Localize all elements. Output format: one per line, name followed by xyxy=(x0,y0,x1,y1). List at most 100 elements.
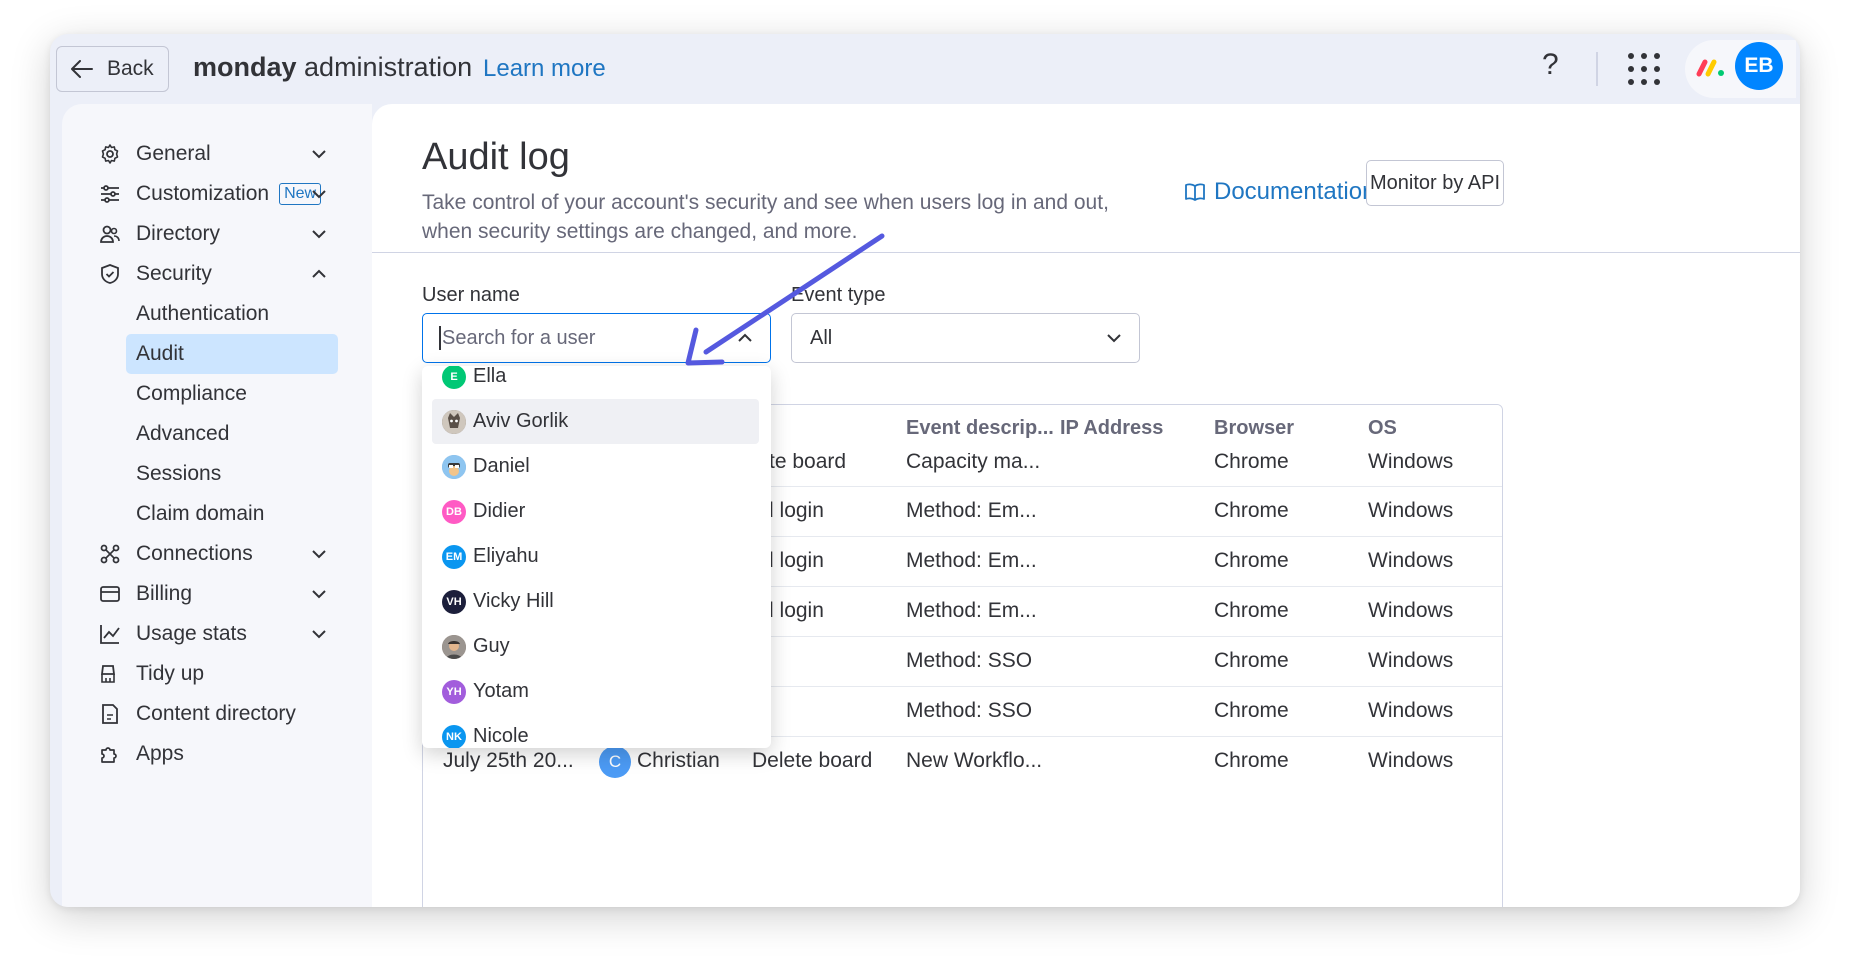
broom-icon xyxy=(100,665,116,683)
dropdown-option-guy[interactable]: Guy xyxy=(432,624,759,669)
browser-cell: Chrome xyxy=(1214,450,1289,473)
browser-cell: Chrome xyxy=(1214,699,1289,722)
sidebar-item-usage-stats[interactable]: Usage stats xyxy=(98,614,328,654)
app-title: monday administration xyxy=(193,52,473,82)
chevron-up-icon[interactable] xyxy=(736,329,754,347)
avatar: C xyxy=(599,746,631,778)
main-content: Audit log Take control of your account's… xyxy=(372,104,1800,907)
top-bar: Back monday administration Learn more ? … xyxy=(50,34,1800,104)
document-icon xyxy=(102,704,118,724)
card-icon xyxy=(100,586,120,602)
sidebar-item-customization[interactable]: Customization New xyxy=(98,174,328,214)
os-cell: Windows xyxy=(1368,749,1454,772)
shield-icon xyxy=(101,264,119,284)
dropdown-option-yotam[interactable]: YH Yotam xyxy=(432,669,759,714)
event-type-label: Event type xyxy=(791,284,886,306)
monday-logo-icon xyxy=(1696,59,1724,77)
divider xyxy=(1596,52,1598,86)
sidebar-item-directory[interactable]: Directory xyxy=(98,214,328,254)
arrow-left-icon xyxy=(71,60,93,78)
puzzle-icon xyxy=(101,747,117,763)
documentation-link[interactable]: Documentation xyxy=(1184,178,1375,206)
help-icon[interactable]: ? xyxy=(1542,48,1559,82)
avatar: E xyxy=(442,366,466,389)
dropdown-option-didier[interactable]: DB Didier xyxy=(432,489,759,534)
page-subtitle: Take control of your account's security … xyxy=(422,191,1109,243)
header-divider xyxy=(372,252,1800,253)
sidebar-item-label: General xyxy=(136,142,211,165)
chevron-down-icon xyxy=(312,230,326,239)
sidebar-item-content-directory[interactable]: Content directory xyxy=(98,694,328,734)
sidebar-subitem-claim-domain[interactable]: Claim domain xyxy=(126,494,338,534)
dropdown-option-nicole[interactable]: NK Nicole xyxy=(432,714,759,748)
date-cell: July 25th 20... xyxy=(443,749,574,772)
sidebar-subitem-sessions[interactable]: Sessions xyxy=(126,454,338,494)
chevron-down-icon xyxy=(312,590,326,599)
column-header-ip-address[interactable]: IP Address xyxy=(1060,417,1163,440)
sidebar-item-general[interactable]: General xyxy=(98,134,328,174)
back-button[interactable]: Back xyxy=(56,46,169,92)
option-label: Ella xyxy=(473,366,507,387)
description-cell: Method: Em... xyxy=(906,599,1037,622)
apps-grid-icon[interactable] xyxy=(1628,53,1660,85)
browser-cell: Chrome xyxy=(1214,649,1289,672)
sliders-icon xyxy=(101,185,119,203)
sidebar-subitem-advanced[interactable]: Advanced xyxy=(126,414,338,454)
avatar: YH xyxy=(442,679,466,704)
connections-icon xyxy=(100,544,120,564)
sidebar-item-label: Customization xyxy=(136,182,270,205)
monitor-by-api-button[interactable]: Monitor by API xyxy=(1366,160,1504,206)
dropdown-option-vicky-hill[interactable]: VH Vicky Hill xyxy=(432,579,759,624)
sidebar-item-label: Directory xyxy=(136,222,221,245)
option-label: Aviv Gorlik xyxy=(473,410,569,432)
chevron-down-icon xyxy=(312,190,326,199)
book-icon xyxy=(1185,183,1205,201)
user-search-input[interactable]: Search for a user xyxy=(422,313,771,363)
sidebar-item-connections[interactable]: Connections xyxy=(98,534,328,574)
page-title: Audit log xyxy=(422,136,570,178)
avatar: EM xyxy=(442,544,466,569)
event-type-select[interactable]: All xyxy=(791,313,1140,363)
sidebar-subitem-authentication[interactable]: Authentication xyxy=(126,294,338,334)
chevron-up-icon xyxy=(312,269,326,278)
sidebar-item-label: Connections xyxy=(136,542,253,565)
dropdown-option-daniel[interactable]: Daniel xyxy=(432,444,759,489)
avatar: DB xyxy=(442,499,466,524)
users-icon xyxy=(100,225,120,243)
dropdown-option-aviv-gorlik[interactable]: Aviv Gorlik xyxy=(432,399,759,444)
avatar: NK xyxy=(442,724,466,748)
os-cell: Windows xyxy=(1368,649,1454,672)
column-header-browser[interactable]: Browser xyxy=(1214,417,1294,440)
sidebar-item-label: Billing xyxy=(136,582,193,605)
browser-cell: Chrome xyxy=(1214,549,1289,572)
user-dropdown-menu: E Ella Aviv Gorlik Daniel DB Didier EM E… xyxy=(422,366,771,748)
sidebar: General Customization New Directory Secu… xyxy=(62,104,372,907)
sidebar-item-label: Usage stats xyxy=(136,622,247,645)
gear-icon xyxy=(101,144,119,164)
sidebar-item-tidy-up[interactable]: Tidy up xyxy=(98,654,328,694)
user-name-label: User name xyxy=(422,284,520,306)
sidebar-item-security[interactable]: Security xyxy=(98,254,328,294)
column-header-os[interactable]: OS xyxy=(1368,417,1397,440)
event-cell: Delete board xyxy=(752,749,873,772)
sidebar-item-label: Tidy up xyxy=(136,662,205,685)
user-avatar[interactable]: EB xyxy=(1735,42,1783,90)
option-label: Yotam xyxy=(473,680,529,702)
user-cell: Christian xyxy=(637,749,720,772)
documentation-label: Documentation xyxy=(1214,178,1376,205)
learn-more-link[interactable]: Learn more xyxy=(483,55,606,83)
sidebar-item-label: Security xyxy=(136,262,212,285)
sidebar-item-billing[interactable]: Billing xyxy=(98,574,328,614)
column-header-event-description[interactable]: Event descrip... xyxy=(906,417,1054,440)
browser-cell: Chrome xyxy=(1214,599,1289,622)
sidebar-subitem-audit[interactable]: Audit xyxy=(126,334,338,374)
search-placeholder: Search for a user xyxy=(442,326,596,349)
description-cell: Method: SSO xyxy=(906,649,1033,672)
dropdown-option-eliyahu[interactable]: EM Eliyahu xyxy=(432,534,759,579)
os-cell: Windows xyxy=(1368,450,1454,473)
sidebar-subitem-compliance[interactable]: Compliance xyxy=(126,374,338,414)
sidebar-item-apps[interactable]: Apps xyxy=(98,734,328,774)
dropdown-option-ella[interactable]: E Ella xyxy=(432,366,759,399)
chevron-down-icon xyxy=(312,630,326,639)
chevron-down-icon xyxy=(312,150,326,159)
